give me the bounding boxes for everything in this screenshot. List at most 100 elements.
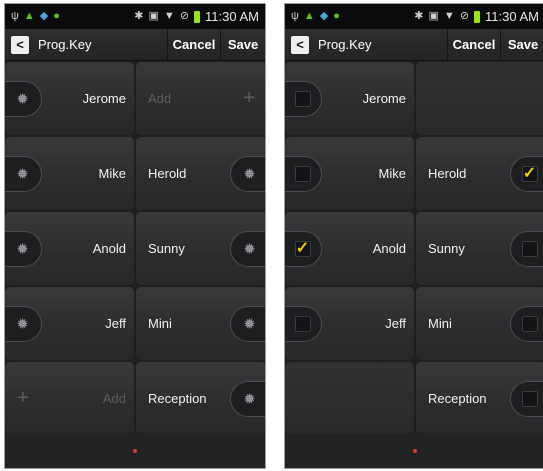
page-indicator-bar — [5, 433, 265, 468]
page-indicator-dot — [413, 448, 417, 453]
action-bar: < Prog.Key Cancel Save — [5, 29, 265, 61]
key-label: Jerome — [362, 91, 406, 106]
settings-button[interactable]: ✹ — [230, 231, 265, 267]
back-button[interactable]: < — [5, 29, 29, 60]
key-label: Mike — [98, 166, 126, 181]
key-label: Herold — [148, 166, 187, 181]
checkbox-unchecked — [294, 316, 311, 332]
save-button[interactable]: Save — [220, 29, 265, 60]
do-not-disturb-icon: ⊘ — [179, 10, 190, 22]
key-label: Jeff — [385, 316, 406, 331]
settings-button[interactable]: ✹ — [5, 81, 42, 117]
status-time: 11:30 AM — [205, 9, 259, 24]
key-cell-jerome[interactable]: ✹ Jerome — [5, 62, 134, 135]
app-notification-icon: ◆ — [39, 10, 49, 22]
settings-button[interactable]: ✹ — [230, 156, 265, 192]
settings-button[interactable]: ✹ — [5, 231, 42, 267]
key-cell-jeff[interactable]: ✹ Jeff — [5, 287, 134, 360]
usb-icon: ψ — [291, 10, 299, 22]
checkbox-unchecked — [294, 91, 311, 107]
key-label: Reception — [428, 391, 487, 406]
do-not-disturb-icon: ⊘ — [459, 10, 470, 22]
select-checkbox[interactable] — [510, 306, 543, 342]
add-key-cell[interactable]: + Add — [5, 362, 134, 435]
key-label: Anold — [372, 241, 406, 256]
add-label: Add — [148, 91, 172, 106]
page-indicator-dot — [133, 448, 137, 453]
checkmark-icon: ✓ — [295, 240, 310, 257]
key-cell-mike[interactable]: Mike — [285, 137, 414, 210]
key-cell-herold[interactable]: Herold ✹ — [136, 137, 265, 210]
key-cell-herold[interactable]: Herold ✓ — [416, 137, 543, 210]
settings-button[interactable]: ✹ — [230, 381, 265, 417]
key-cell-anold[interactable]: ✹ Anold — [5, 212, 134, 285]
app-notification-icon: ◆ — [319, 10, 329, 22]
status-bar: ψ ▲ ◆ ● ✱ ▣ ▼ ⊘ 11:30 AM — [5, 4, 265, 29]
select-checkbox[interactable] — [510, 231, 543, 267]
gear-icon: ✹ — [243, 390, 256, 408]
save-button[interactable]: Save — [500, 29, 543, 60]
usb-icon: ψ — [11, 10, 19, 22]
status-bar: ψ ▲ ◆ ● ✱ ▣ ▼ ⊘ 11:30 AM — [285, 4, 543, 29]
cancel-button[interactable]: Cancel — [447, 29, 500, 60]
key-label: Herold — [428, 166, 467, 181]
add-label: Add — [102, 391, 126, 406]
key-cell-mike[interactable]: ✹ Mike — [5, 137, 134, 210]
key-cell-reception[interactable]: Reception ✹ — [136, 362, 265, 435]
checkbox-unchecked — [521, 391, 538, 407]
select-checkbox[interactable]: ✓ — [285, 231, 322, 267]
settings-button[interactable]: ✹ — [5, 156, 42, 192]
key-cell-sunny[interactable]: Sunny — [416, 212, 543, 285]
app-notification-icon: ● — [53, 10, 60, 22]
page-title: Prog.Key — [318, 37, 372, 52]
page-title: Prog.Key — [38, 37, 92, 52]
action-bar: < Prog.Key Cancel Save — [285, 29, 543, 61]
add-key-cell[interactable]: Add + — [136, 62, 265, 135]
android-icon: ▲ — [303, 10, 315, 22]
gear-icon: ✹ — [16, 240, 29, 258]
key-cell-mini[interactable]: Mini — [416, 287, 543, 360]
gear-icon: ✹ — [243, 315, 256, 333]
key-label: Sunny — [428, 241, 465, 256]
settings-button[interactable]: ✹ — [230, 306, 265, 342]
checkbox-checked: ✓ — [521, 165, 538, 182]
select-checkbox[interactable] — [285, 306, 322, 342]
empty-key-cell — [416, 62, 543, 135]
battery-icon — [194, 10, 201, 23]
settings-button[interactable]: ✹ — [5, 306, 42, 342]
battery-icon — [474, 10, 481, 23]
key-label: Jeff — [105, 316, 126, 331]
gear-icon: ✹ — [16, 165, 29, 183]
key-label: Mini — [148, 316, 172, 331]
gear-icon: ✹ — [243, 240, 256, 258]
bluetooth-icon: ✱ — [134, 10, 144, 22]
cancel-button[interactable]: Cancel — [167, 29, 220, 60]
wifi-icon: ▼ — [443, 10, 455, 22]
app-notification-icon: ● — [333, 10, 340, 22]
gear-icon: ✹ — [243, 165, 256, 183]
select-checkbox[interactable] — [285, 156, 322, 192]
phone-screen-select-mode: ψ ▲ ◆ ● ✱ ▣ ▼ ⊘ 11:30 AM < Prog.Key Canc… — [284, 3, 543, 469]
select-checkbox[interactable] — [285, 81, 322, 117]
checkmark-icon: ✓ — [522, 165, 537, 182]
key-cell-sunny[interactable]: Sunny ✹ — [136, 212, 265, 285]
key-label: Jerome — [82, 91, 126, 106]
key-cell-reception[interactable]: Reception — [416, 362, 543, 435]
key-cell-anold[interactable]: ✓ Anold — [285, 212, 414, 285]
bluetooth-icon: ✱ — [414, 10, 424, 22]
key-label: Mike — [378, 166, 406, 181]
key-label: Sunny — [148, 241, 185, 256]
wifi-icon: ▼ — [163, 10, 175, 22]
key-cell-jeff[interactable]: Jeff — [285, 287, 414, 360]
key-cell-jerome[interactable]: Jerome — [285, 62, 414, 135]
checkbox-unchecked — [521, 316, 538, 332]
key-label: Mini — [428, 316, 452, 331]
gear-icon: ✹ — [16, 90, 29, 108]
plus-icon: + — [17, 387, 29, 409]
select-checkbox[interactable]: ✓ — [510, 156, 543, 192]
back-button[interactable]: < — [285, 29, 309, 60]
status-time: 11:30 AM — [485, 9, 539, 24]
checkbox-unchecked — [521, 241, 538, 257]
key-cell-mini[interactable]: Mini ✹ — [136, 287, 265, 360]
select-checkbox[interactable] — [510, 381, 543, 417]
